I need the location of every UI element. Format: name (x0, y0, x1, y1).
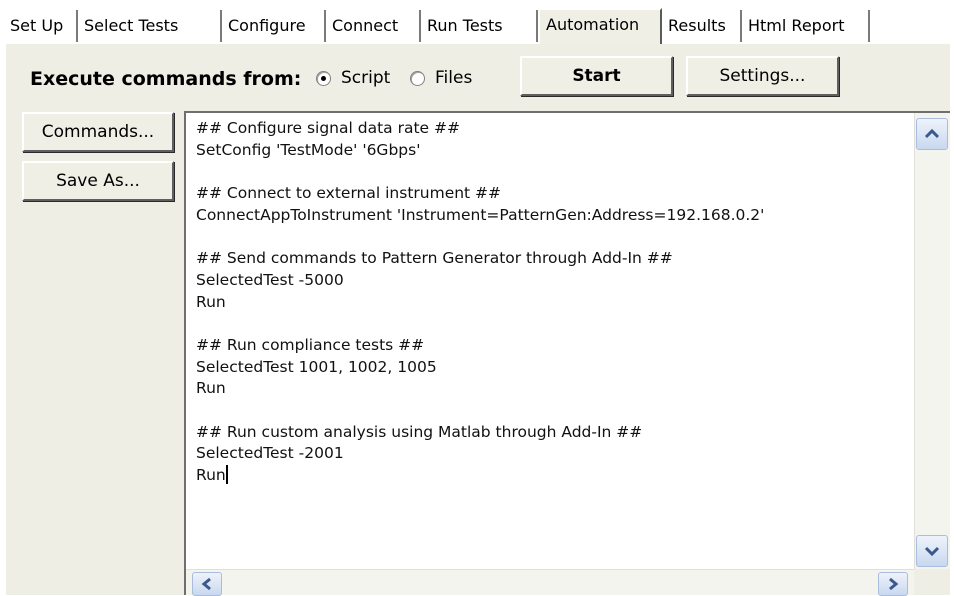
script-editor[interactable]: ## Configure signal data rate ## SetConfi… (184, 111, 950, 596)
script-line-text: ## Run custom analysis using Matlab thro… (196, 422, 643, 441)
script-line (196, 313, 906, 335)
script-line (196, 161, 906, 183)
scroll-left-button[interactable] (192, 572, 222, 596)
radio-files[interactable]: Files (410, 66, 472, 90)
script-line: Run (196, 292, 906, 314)
execute-label: Execute commands from: (30, 68, 302, 90)
chevron-left-icon (201, 577, 211, 591)
vertical-scrollbar[interactable] (914, 113, 950, 571)
script-line-text: SetConfig 'TestMode' '6Gbps' (196, 140, 421, 159)
tab-results[interactable]: Results (662, 10, 742, 42)
chevron-up-icon (924, 128, 940, 139)
script-line-text: Run (196, 292, 226, 311)
script-line-text: Run (196, 466, 226, 484)
script-line: Run (196, 378, 906, 400)
tab-label: Select Tests (84, 16, 179, 35)
tab-label: Connect (332, 16, 399, 35)
script-line-text: ## Connect to external instrument ## (196, 184, 502, 203)
radio-script[interactable]: Script (316, 66, 390, 90)
tab-run-tests[interactable]: Run Tests (421, 10, 538, 42)
scroll-right-button[interactable] (878, 572, 908, 596)
tab-automation[interactable]: Automation (538, 8, 662, 44)
tab-connect[interactable]: Connect (326, 10, 421, 42)
commands-button[interactable]: Commands... (22, 112, 174, 152)
script-line: ## Send commands to Pattern Generator th… (196, 248, 906, 270)
script-line-text: ## Send commands to Pattern Generator th… (196, 249, 673, 268)
tab-strip: Set Up Select Tests Configure Connect Ru… (4, 8, 950, 44)
chevron-right-icon (889, 577, 899, 591)
settings-button[interactable]: Settings... (686, 56, 839, 96)
tab-configure[interactable]: Configure (222, 10, 326, 42)
start-button[interactable]: Start (520, 56, 673, 96)
radio-unselected-icon[interactable] (410, 70, 425, 86)
script-line-text: SelectedTest 1001, 1002, 1005 (196, 357, 437, 376)
chevron-down-icon (924, 546, 940, 557)
radio-files-label: Files (435, 68, 473, 88)
script-line-text: ConnectAppToInstrument 'Instrument=Patte… (196, 205, 765, 224)
script-line-text: SelectedTest -5000 (196, 270, 344, 289)
scroll-down-button[interactable] (916, 535, 948, 567)
script-line-text: ## Run compliance tests ## (196, 335, 425, 354)
script-line: ## Configure signal data rate ## (196, 118, 906, 140)
tab-html-report[interactable]: Html Report (742, 10, 870, 42)
scrollbar-corner (914, 569, 950, 595)
save-as-button[interactable]: Save As... (22, 161, 174, 201)
text-caret (225, 465, 228, 484)
script-line: ## Connect to external instrument ## (196, 183, 906, 205)
script-line (196, 226, 906, 248)
app-window: Set Up Select Tests Configure Connect Ru… (0, 0, 954, 596)
horizontal-scrollbar[interactable] (186, 569, 916, 596)
script-text[interactable]: ## Configure signal data rate ## SetConfi… (196, 118, 906, 487)
script-line (196, 400, 906, 422)
radio-selected-icon[interactable] (316, 70, 331, 86)
tab-label: Automation (546, 15, 640, 34)
script-line: ConnectAppToInstrument 'Instrument=Patte… (196, 205, 906, 227)
tab-set-up[interactable]: Set Up (4, 10, 78, 42)
script-line: SelectedTest -2001 (196, 443, 906, 465)
script-line: SetConfig 'TestMode' '6Gbps' (196, 140, 906, 162)
tab-label: Results (668, 16, 726, 35)
script-line: ## Run compliance tests ## (196, 335, 906, 357)
script-line: SelectedTest -5000 (196, 270, 906, 292)
tab-label: Set Up (10, 16, 64, 35)
scroll-up-button[interactable] (916, 118, 948, 150)
tab-label: Run Tests (427, 16, 503, 35)
tab-label: Html Report (748, 16, 845, 35)
script-line: Run (196, 465, 906, 487)
script-line: SelectedTest 1001, 1002, 1005 (196, 357, 906, 379)
tab-label: Configure (228, 16, 306, 35)
tab-select-tests[interactable]: Select Tests (78, 10, 222, 42)
script-line-text: ## Configure signal data rate ## (196, 119, 460, 137)
script-line-text: SelectedTest -2001 (196, 444, 344, 463)
radio-script-label: Script (341, 68, 391, 88)
script-line-text: Run (196, 379, 226, 398)
script-line: ## Run custom analysis using Matlab thro… (196, 422, 906, 444)
